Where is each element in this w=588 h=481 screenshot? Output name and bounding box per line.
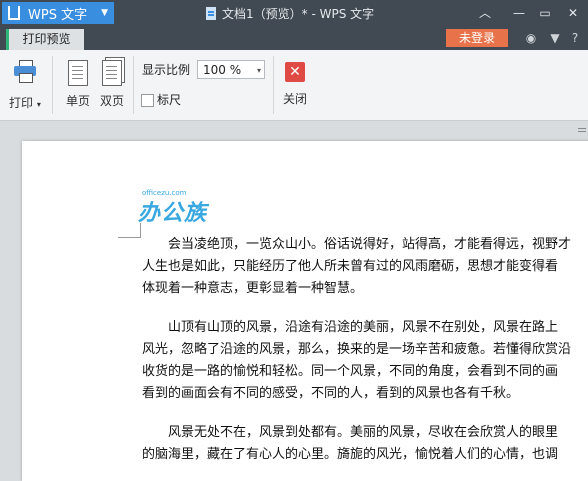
paragraph-3-line-1: 风景无处不在，风景到处都有。美丽的风景，尽收在会欣赏人的眼里 bbox=[168, 425, 559, 440]
ruler-label: 标尺 bbox=[157, 93, 182, 107]
print-label: 打印 bbox=[9, 96, 34, 110]
scrollbar-grip[interactable] bbox=[578, 126, 588, 134]
login-button[interactable]: 未登录 bbox=[446, 29, 508, 47]
paragraph-1-line-1: 会当凌绝顶，一览众山小。俗话说得好，站得高，才能看得远，视野才 bbox=[168, 237, 572, 252]
zoom-select[interactable]: 100 % ▾ bbox=[197, 60, 265, 79]
watermark-url: officezu.com bbox=[142, 189, 187, 197]
document-icon bbox=[206, 7, 216, 20]
maximize-button[interactable]: ▭ bbox=[534, 3, 556, 23]
title-bar: WPS 文字 ▼ 文档1（预览）* - WPS 文字 ︿ — ▭ ✕ bbox=[0, 0, 588, 26]
paragraph-2-line-3: 收货的是一路的愉悦和轻松。同一个风景，不同的角度，会看到不同的画 bbox=[142, 364, 559, 379]
wps-logo-icon bbox=[8, 6, 20, 20]
double-page-label: 双页 bbox=[100, 94, 125, 108]
zoom-label: 显示比例 bbox=[142, 63, 191, 77]
caret-down-icon: ▼ bbox=[101, 8, 108, 18]
help-icon[interactable]: ? bbox=[568, 31, 582, 45]
shirt-icon[interactable]: ▼ bbox=[548, 31, 562, 45]
collapse-icon[interactable]: ︿ bbox=[474, 3, 496, 23]
tab-bar: 打印预览 未登录 ◉ ▼ ? bbox=[0, 26, 588, 50]
minimize-button[interactable]: — bbox=[508, 3, 530, 23]
tab-print-preview[interactable]: 打印预览 bbox=[6, 29, 84, 50]
single-page-button[interactable]: 单页 bbox=[66, 50, 90, 109]
double-page-icon bbox=[102, 60, 122, 86]
paragraph-2-line-1: 山顶有山顶的风景，沿途有沿途的美丽，风景不在别处，风景在路上 bbox=[168, 320, 559, 335]
single-page-label: 单页 bbox=[66, 94, 91, 108]
zoom-value: 100 % bbox=[203, 63, 242, 77]
margin-corner-mark bbox=[118, 223, 141, 238]
document-title: 文档1（预览）* - WPS 文字 bbox=[222, 7, 375, 21]
paragraph-2-line-4: 看到的画面会有不同的感受，不同的人，看到的风景也各有千秋。 bbox=[142, 386, 520, 401]
preview-ribbon: 打印 ▾ 单页 双页 显示比例 ✕ 关闭 bbox=[0, 50, 588, 121]
paragraph-1-line-3: 体现着一种意志，更彰显着一种智慧。 bbox=[142, 281, 364, 296]
app-menu-button[interactable]: WPS 文字 ▼ bbox=[2, 2, 114, 24]
close-icon: ✕ bbox=[285, 62, 305, 82]
paragraph-3-line-2: 的脑海里，藏在了有心人的心里。旖旎的风光，愉悦着人们的心情，也调 bbox=[142, 447, 559, 462]
app-name: WPS 文字 bbox=[28, 7, 88, 23]
skin-icon[interactable]: ◉ bbox=[524, 31, 538, 45]
chevron-down-icon: ▾ bbox=[256, 66, 261, 75]
close-label: 关闭 bbox=[283, 92, 308, 106]
close-window-button[interactable]: ✕ bbox=[562, 3, 584, 23]
single-page-icon bbox=[68, 60, 88, 86]
watermark-logo: officezu.com 办公族 bbox=[138, 189, 208, 227]
ruler-checkbox[interactable] bbox=[141, 94, 154, 107]
caret-down-icon: ▾ bbox=[36, 100, 41, 109]
double-page-button[interactable]: 双页 bbox=[100, 50, 124, 109]
paragraph-1-line-2: 人生也是如此，只能经历了他人所未曾有过的风雨磨砺，思想才能变得看 bbox=[142, 259, 559, 274]
close-preview-button[interactable]: ✕ 关闭 bbox=[283, 50, 307, 107]
print-button[interactable]: 打印 ▾ bbox=[9, 50, 41, 111]
watermark-text: 办公族 bbox=[138, 201, 208, 226]
window-title: 文档1（预览）* - WPS 文字 bbox=[206, 5, 374, 22]
paragraph-2-line-2: 风光，忽略了沿途的风景，那么，换来的是一场辛苦和疲惫。若懂得欣赏沿 bbox=[142, 342, 572, 357]
printer-icon bbox=[13, 60, 36, 83]
document-page: officezu.com 办公族 会当凌绝顶，一览众山小。俗话说得好，站得高，才… bbox=[22, 141, 588, 481]
